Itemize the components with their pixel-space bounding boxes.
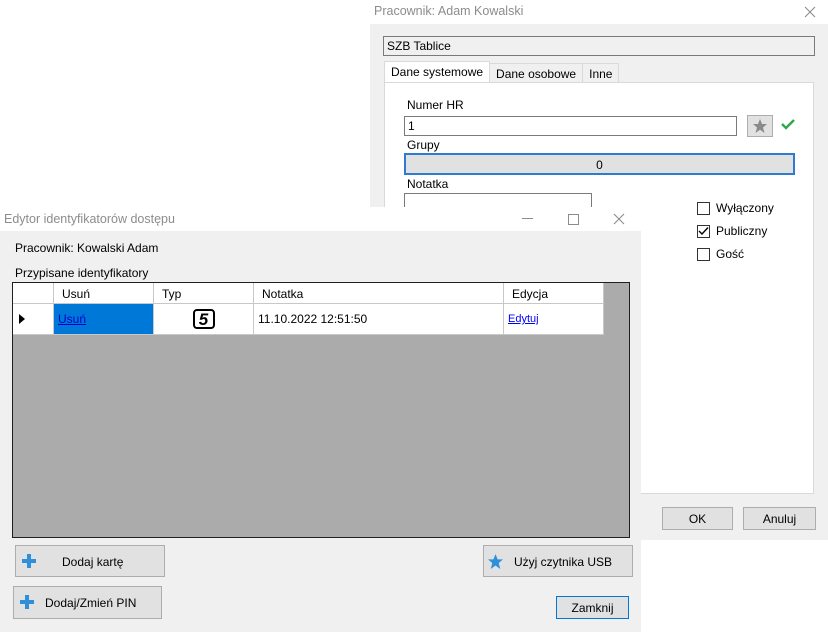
groups-field[interactable]: 0 <box>404 153 795 175</box>
close-button[interactable]: Zamknij <box>556 596 629 619</box>
table-row[interactable]: Usuń 5 11.10.2022 12:51:50 Edytuj <box>13 304 604 335</box>
plus-icon <box>21 553 37 572</box>
groups-label: Grupy <box>407 138 440 152</box>
note-cell[interactable]: 11.10.2022 12:51:50 <box>254 304 504 335</box>
tab-system-data[interactable]: Dane systemowe <box>384 61 491 83</box>
checkbox-public[interactable]: Publiczny <box>697 224 767 238</box>
company-field[interactable]: SZB Tablice <box>383 36 815 56</box>
checkbox-box[interactable] <box>697 247 710 261</box>
star-icon <box>487 553 504 573</box>
id-type-icon: 5 <box>192 309 215 329</box>
close-icon[interactable] <box>596 207 642 231</box>
star-button[interactable] <box>747 115 773 137</box>
checkbox-box[interactable] <box>697 201 710 215</box>
row-pointer-icon <box>19 314 25 324</box>
ok-button[interactable]: OK <box>662 507 733 530</box>
type-cell: 5 <box>154 304 254 335</box>
hr-number-input[interactable]: 1 <box>404 116 737 136</box>
employee-window-titlebar: Pracownik: Adam Kowalski <box>370 0 828 24</box>
assigned-ids-label: Przypisane identyfikatory <box>15 266 149 280</box>
edit-cell[interactable]: Edytuj <box>504 304 604 335</box>
maximize-icon[interactable] <box>550 207 596 231</box>
checkbox-disabled[interactable]: Wyłączony <box>697 201 774 215</box>
column-header-edit[interactable]: Edycja <box>504 283 604 304</box>
identifiers-grid: Usuń Typ Notatka Edycja Usuń 5 11.10.202… <box>12 282 630 538</box>
checkbox-label: Publiczny <box>716 224 768 238</box>
star-icon <box>753 119 767 133</box>
checkbox-label: Gość <box>716 247 745 261</box>
cancel-button[interactable]: Anuluj <box>743 507 816 530</box>
add-change-pin-label: Dodaj/Zmień PIN <box>45 596 137 610</box>
use-usb-reader-button[interactable]: Użyj czytnika USB <box>483 545 633 577</box>
checkbox-box[interactable] <box>697 224 710 238</box>
remove-link[interactable]: Usuń <box>58 312 86 326</box>
grid-header: Usuń Typ Notatka Edycja <box>13 283 604 304</box>
employee-window-title: Pracownik: Adam Kowalski <box>374 4 524 18</box>
editor-titlebar: Edytor identyfikatorów dostępu <box>0 207 641 231</box>
remove-cell[interactable]: Usuń <box>54 304 154 335</box>
column-header-remove[interactable]: Usuń <box>54 283 154 304</box>
add-card-button[interactable]: Dodaj kartę <box>15 545 165 577</box>
row-selector[interactable] <box>13 304 54 335</box>
checkbox-guest[interactable]: Gość <box>697 247 744 261</box>
access-id-editor-window: Edytor identyfikatorów dostępu Pracownik… <box>0 207 641 632</box>
close-icon[interactable] <box>796 1 824 23</box>
tab-other[interactable]: Inne <box>582 63 620 83</box>
tab-personal-data[interactable]: Dane osobowe <box>489 63 584 83</box>
column-header-note[interactable]: Notatka <box>254 283 504 304</box>
editor-title: Edytor identyfikatorów dostępu <box>4 212 175 226</box>
minimize-icon[interactable] <box>504 207 550 231</box>
note-label: Notatka <box>407 177 449 191</box>
row-header-corner <box>13 283 54 304</box>
use-usb-reader-label: Użyj czytnika USB <box>514 555 613 569</box>
hr-number-label: Numer HR <box>407 98 464 112</box>
column-header-type[interactable]: Typ <box>154 283 254 304</box>
check-icon <box>781 118 795 133</box>
checkmark-icon <box>698 227 709 236</box>
employee-label: Pracownik: Kowalski Adam <box>15 241 159 255</box>
add-card-label: Dodaj kartę <box>62 555 124 569</box>
add-change-pin-button[interactable]: Dodaj/Zmień PIN <box>13 586 162 619</box>
plus-icon <box>19 594 35 613</box>
checkbox-label: Wyłączony <box>716 201 774 215</box>
employee-tabs: Dane systemowe Dane osobowe Inne <box>384 61 620 83</box>
edit-link[interactable]: Edytuj <box>508 313 539 325</box>
